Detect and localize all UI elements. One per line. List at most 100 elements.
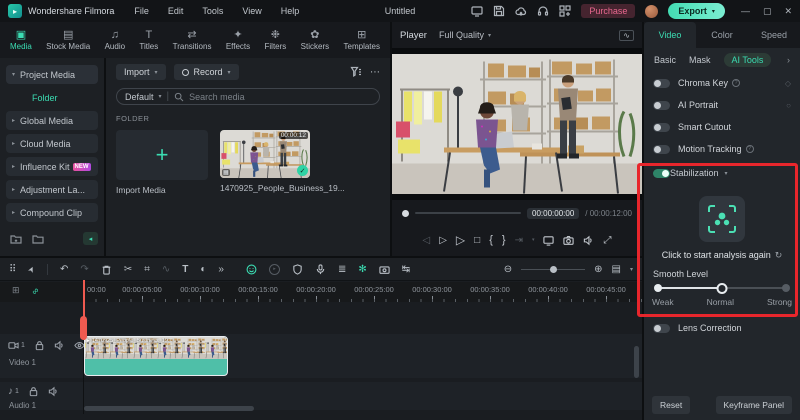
menu-help[interactable]: Help <box>281 6 300 16</box>
chevron-right-icon[interactable]: › <box>787 55 790 65</box>
display-layout-icon[interactable] <box>471 5 483 17</box>
sidebar-item-global-media[interactable]: ▸ Global Media <box>6 111 98 130</box>
new-folder-icon[interactable] <box>10 233 22 245</box>
seek-handle[interactable] <box>402 209 409 217</box>
tab-filters[interactable]: ❉ Filters <box>265 29 287 51</box>
mark-out-button[interactable]: } <box>502 234 506 246</box>
timeline-ruler[interactable]: ⊞ ∞ 00:00 00:00:05:00 00:00:10:00 00:00:… <box>0 282 642 302</box>
text-tool-icon[interactable]: T <box>182 264 188 275</box>
chroma-key-toggle[interactable] <box>653 78 670 88</box>
sidebar-item-cloud-media[interactable]: ▸ Cloud Media <box>6 134 98 153</box>
delete-folder-icon[interactable] <box>32 233 44 245</box>
select-tool-icon[interactable]: ➤ <box>26 264 37 274</box>
lock-track-icon[interactable] <box>34 340 45 351</box>
sidebar-item-adjustment-layer[interactable]: ▸ Adjustment La... <box>6 180 98 199</box>
tab-media[interactable]: ▣ Media <box>10 29 32 51</box>
avatar[interactable] <box>645 4 659 18</box>
render-play-icon[interactable]: ▸ <box>268 263 280 275</box>
sidebar-item-folder[interactable]: Folder <box>6 88 98 107</box>
snapshot-icon[interactable] <box>379 264 390 275</box>
analysis-button[interactable] <box>699 196 745 242</box>
motion-tracking-toggle[interactable] <box>653 144 670 154</box>
zoom-out-icon[interactable]: ⊖ <box>504 264 512 275</box>
tab-stock-media[interactable]: ▤ Stock Media <box>46 29 90 51</box>
export-button[interactable]: Export ▾ <box>668 3 725 19</box>
keyframe-panel-button[interactable]: Keyframe Panel <box>715 396 792 414</box>
subtab-basic[interactable]: Basic <box>654 55 676 65</box>
add-to-track-icon[interactable]: ⊞ <box>12 285 20 296</box>
keyframe-icon[interactable]: ◇ <box>785 79 791 88</box>
link-clips-icon[interactable]: ∞ <box>29 285 41 297</box>
search-input[interactable] <box>189 91 371 102</box>
auto-ripple-icon[interactable]: ↹ <box>402 264 410 275</box>
subtab-ai-tools[interactable]: AI Tools <box>723 53 772 67</box>
delete-icon[interactable] <box>101 264 112 275</box>
stabilization-toggle[interactable] <box>653 168 670 178</box>
audio-mixer-icon[interactable]: ≣ <box>338 264 346 275</box>
help-icon[interactable]: ? <box>745 145 754 153</box>
tab-video[interactable]: Video <box>644 22 696 48</box>
support-icon[interactable] <box>537 5 549 17</box>
tab-audio[interactable]: ♫ Audio <box>105 29 125 51</box>
mute-track-icon[interactable] <box>48 386 59 397</box>
menu-file[interactable]: File <box>134 6 149 16</box>
toolbox-grid-icon[interactable]: ⠿ <box>9 264 16 275</box>
chevron-down-icon[interactable]: ▾ <box>532 237 535 243</box>
media-clip-thumbnail[interactable]: 00:00:12 ▦ ✓ <box>220 130 310 178</box>
split-icon[interactable]: ✂ <box>124 264 132 275</box>
tab-stickers[interactable]: ✿ Stickers <box>301 29 329 51</box>
previous-frame-button[interactable]: ◁ <box>423 235 431 246</box>
fullscreen-icon[interactable]: ⤢ <box>603 235 611 246</box>
quality-dropdown[interactable]: Full Quality ▾ <box>439 30 491 40</box>
purchase-button[interactable]: Purchase <box>581 4 636 18</box>
sidebar-item-compound-clip[interactable]: ▸ Compound Clip <box>6 203 98 222</box>
ai-copilot-icon[interactable] <box>246 264 257 275</box>
sidebar-item-influence-kit[interactable]: ▸ Influence Kit NEW <box>6 157 98 176</box>
chevron-down-icon[interactable]: ▾ <box>725 170 728 177</box>
seek-track[interactable] <box>415 212 522 214</box>
zoom-in-icon[interactable]: ⊕ <box>594 264 602 275</box>
render-preview-button[interactable]: ⇥ <box>515 235 523 246</box>
zoom-slider-handle[interactable] <box>549 265 557 273</box>
mask-tool-icon[interactable]: ◐ <box>200 264 206 275</box>
slider-handle[interactable] <box>716 282 728 294</box>
playhead-handle[interactable] <box>80 316 87 340</box>
menu-tools[interactable]: Tools <box>202 6 223 16</box>
tab-titles[interactable]: T Titles <box>139 29 158 51</box>
reset-button[interactable]: Reset <box>652 396 691 414</box>
record-button[interactable]: Record ▾ <box>173 64 239 80</box>
next-frame-button[interactable]: ▷ <box>439 235 447 246</box>
mute-track-icon[interactable] <box>54 340 65 351</box>
sort-dropdown[interactable]: Default <box>125 92 154 102</box>
menu-view[interactable]: View <box>242 6 261 16</box>
volume-icon[interactable] <box>583 235 594 246</box>
import-button[interactable]: Import ▾ <box>116 64 166 80</box>
save-project-icon[interactable] <box>493 5 505 17</box>
display-mode-icon[interactable] <box>543 235 554 246</box>
scopes-icon[interactable]: ∿ <box>619 29 634 41</box>
speed-ramp-icon[interactable]: ∿ <box>162 264 170 275</box>
timeline-video-clip[interactable]: ▸ 1470925_People_Business_19... <box>84 336 228 376</box>
timeline-zoom-slider[interactable] <box>521 264 586 274</box>
more-tools-icon[interactable]: » <box>218 264 224 275</box>
chevron-down-icon[interactable]: ▾ <box>630 266 633 273</box>
marker-icon[interactable] <box>292 264 303 275</box>
play-button[interactable]: ▷ <box>456 233 465 247</box>
lens-correction-toggle[interactable] <box>653 323 670 333</box>
tab-transitions[interactable]: ⇄ Transitions <box>173 29 212 51</box>
analysis-label[interactable]: Click to start analysis again ↻ <box>644 250 800 261</box>
timeline-horizontal-scrollbar[interactable] <box>84 406 254 411</box>
lock-track-icon[interactable] <box>28 386 39 397</box>
beat-detection-icon[interactable]: ✻ <box>358 264 366 275</box>
apps-grid-icon[interactable] <box>559 5 571 17</box>
subtab-mask[interactable]: Mask <box>689 55 711 65</box>
tab-effects[interactable]: ✦ Effects <box>226 29 250 51</box>
sidebar-item-project-media[interactable]: ▾ Project Media <box>6 65 98 84</box>
tab-speed[interactable]: Speed <box>748 22 800 48</box>
slider-strong-stop[interactable] <box>782 284 790 292</box>
video-preview[interactable] <box>392 48 642 200</box>
timeline-vertical-scrollbar[interactable] <box>634 346 639 378</box>
ai-portrait-toggle[interactable] <box>653 100 670 110</box>
track-height-icon[interactable]: ▤ <box>612 264 621 275</box>
crop-icon[interactable]: ⌗ <box>144 264 150 275</box>
